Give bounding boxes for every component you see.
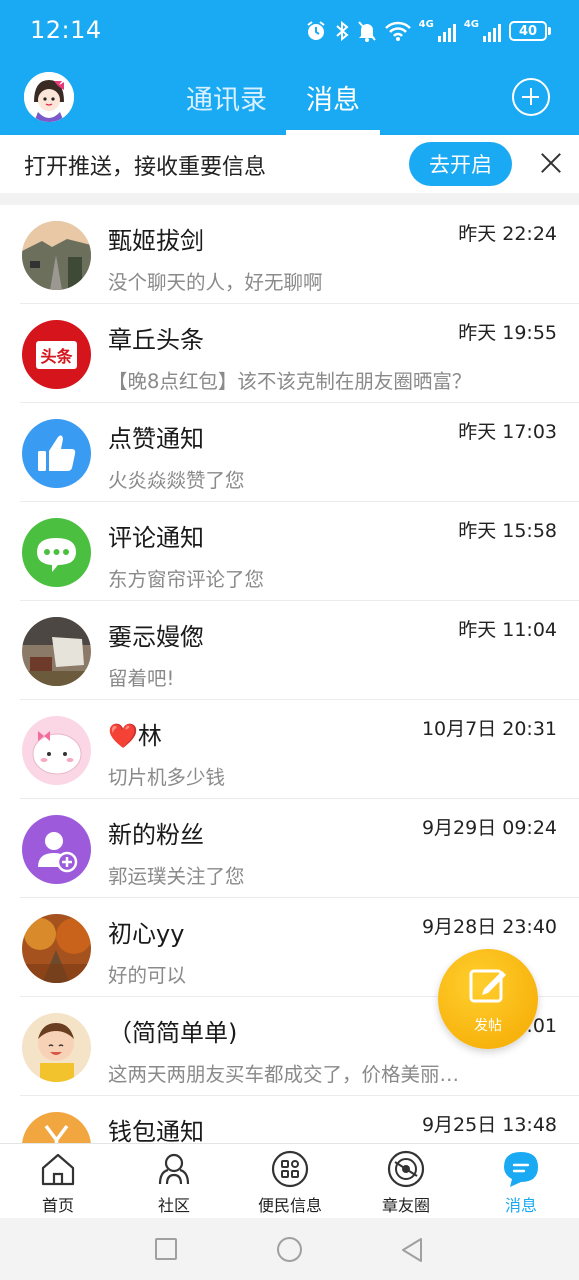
back-icon[interactable]: [399, 1236, 425, 1268]
sender-name: 钱包通知: [108, 1118, 204, 1143]
nav-label: 社区: [157, 1196, 190, 1215]
home-icon: [39, 1150, 77, 1188]
message-time: 昨天 17:03: [458, 421, 557, 443]
alarm-icon: [305, 20, 327, 42]
network-type-2: 4G: [463, 19, 479, 30]
sender-name: 嫑忈嫚偬: [108, 623, 204, 651]
nav-item-messages[interactable]: 消息: [463, 1144, 579, 1219]
list-item[interactable]: 评论通知 昨天 15:58 东方窗帘评论了您: [0, 502, 579, 601]
message-time: 昨天 11:04: [458, 619, 557, 641]
nav-label: 首页: [41, 1196, 74, 1215]
divider: [0, 193, 579, 205]
avatar: [22, 617, 91, 686]
nav-label: 消息: [504, 1196, 537, 1215]
sender-name: 章丘头条: [108, 326, 204, 354]
add-button[interactable]: [512, 78, 550, 116]
list-item[interactable]: 点赞通知 昨天 17:03 火炎焱燚赞了您: [0, 403, 579, 502]
sender-name: ❤️林: [108, 722, 162, 750]
sender-name: 新的粉丝: [108, 821, 204, 849]
avatar: [22, 1013, 91, 1082]
avatar: [22, 914, 91, 983]
edit-icon: [468, 965, 508, 1009]
list-item[interactable]: 新的粉丝 9月29日 09:24 郭运璞关注了您: [0, 799, 579, 898]
sender-name: 评论通知: [108, 524, 204, 552]
post-button-label: 发帖: [474, 1018, 502, 1034]
bottom-nav: 首页 社区 便民信息 章友圈 消息: [0, 1143, 579, 1218]
nav-item-home[interactable]: 首页: [0, 1144, 116, 1219]
push-banner-text: 打开推送，接收重要信息: [24, 155, 267, 180]
avatar: [22, 716, 91, 785]
status-bar: 12:14 4G 4G 40: [0, 0, 579, 62]
status-icons: 4G 4G 40: [305, 18, 551, 44]
toutiao-logo-icon: 头条: [22, 320, 91, 389]
message-preview: 没个聊天的人，好无聊啊: [108, 271, 323, 294]
message-preview: 东方窗帘评论了您: [108, 568, 265, 591]
nav-item-community[interactable]: 社区: [116, 1144, 232, 1219]
message-time: 昨天 22:24: [458, 223, 557, 245]
message-time: 昨天 19:55: [458, 322, 557, 344]
message-time: 9月25日 13:48: [421, 1114, 557, 1136]
thumbs-up-icon: [22, 419, 91, 488]
nav-label: 便民信息: [257, 1196, 322, 1215]
list-item[interactable]: 钱包通知 9月25日 13:48: [0, 1096, 579, 1143]
mute-bell-icon: [357, 20, 377, 42]
avatar: [22, 221, 91, 290]
avatar-text: 头条: [36, 340, 77, 369]
message-preview: 【晚8点红包】该不该克制在朋友圈晒富？: [108, 370, 472, 393]
chat-bubble-icon: [22, 518, 91, 587]
message-time: 9月28日 23:40: [421, 916, 557, 938]
add-user-icon: [22, 815, 91, 884]
header: 通讯录 消息: [0, 62, 579, 135]
recent-apps-icon[interactable]: [155, 1238, 177, 1260]
signal-2-icon: 4G: [464, 20, 501, 42]
message-preview: 留着吧!: [108, 667, 175, 690]
grid-icon: [271, 1150, 309, 1188]
message-preview: 这两天两朋友买车都成交了，价格美丽…: [108, 1063, 460, 1086]
sender-name: 点赞通知: [108, 425, 204, 453]
sender-name: 初心yy: [108, 920, 185, 948]
message-preview: 切片机多少钱: [108, 766, 226, 789]
battery-level: 40: [509, 21, 547, 41]
message-preview: 火炎焱燚赞了您: [108, 469, 245, 492]
wallet-icon: [22, 1112, 91, 1143]
enable-push-button[interactable]: 去开启: [409, 142, 512, 186]
message-time: 9月29日 09:24: [421, 817, 557, 839]
message-preview: 好的可以: [108, 964, 187, 987]
list-item[interactable]: 嫑忈嫚偬 昨天 11:04 留着吧!: [0, 601, 579, 700]
message-preview: 郭运璞关注了您: [108, 865, 245, 888]
message-icon: [502, 1150, 540, 1188]
list-item[interactable]: ❤️林 10月7日 20:31 切片机多少钱: [0, 700, 579, 799]
list-item[interactable]: 头条 章丘头条 昨天 19:55 【晚8点红包】该不该克制在朋友圈晒富？: [0, 304, 579, 403]
post-button[interactable]: 发帖: [438, 949, 538, 1049]
message-time: 10月7日 20:31: [421, 718, 557, 740]
system-nav-bar: [0, 1218, 579, 1280]
tab-contacts[interactable]: 通讯录: [186, 78, 267, 117]
signal-1-icon: 4G: [419, 20, 456, 42]
push-banner: 打开推送，接收重要信息 去开启: [0, 135, 579, 193]
community-icon: [155, 1150, 193, 1188]
sender-name: （简简单单): [108, 1019, 238, 1047]
network-type-1: 4G: [418, 19, 434, 30]
nav-label: 章友圈: [381, 1196, 430, 1215]
circle-icon: [387, 1150, 425, 1188]
close-icon[interactable]: [538, 150, 564, 176]
wifi-icon: [384, 21, 411, 41]
list-item[interactable]: 甄姬拔剑 昨天 22:24 没个聊天的人，好无聊啊: [0, 205, 579, 304]
message-time: 昨天 15:58: [458, 520, 557, 542]
battery-icon: 40: [509, 21, 551, 41]
home-circle-icon[interactable]: [277, 1237, 302, 1262]
nav-item-friends-circle[interactable]: 章友圈: [348, 1144, 464, 1219]
bluetooth-icon: [335, 20, 349, 42]
status-time: 12:14: [30, 16, 102, 44]
user-avatar[interactable]: [24, 72, 74, 122]
sender-name: 甄姬拔剑: [108, 227, 204, 255]
nav-item-services[interactable]: 便民信息: [232, 1144, 348, 1219]
tab-messages[interactable]: 消息: [306, 78, 360, 117]
